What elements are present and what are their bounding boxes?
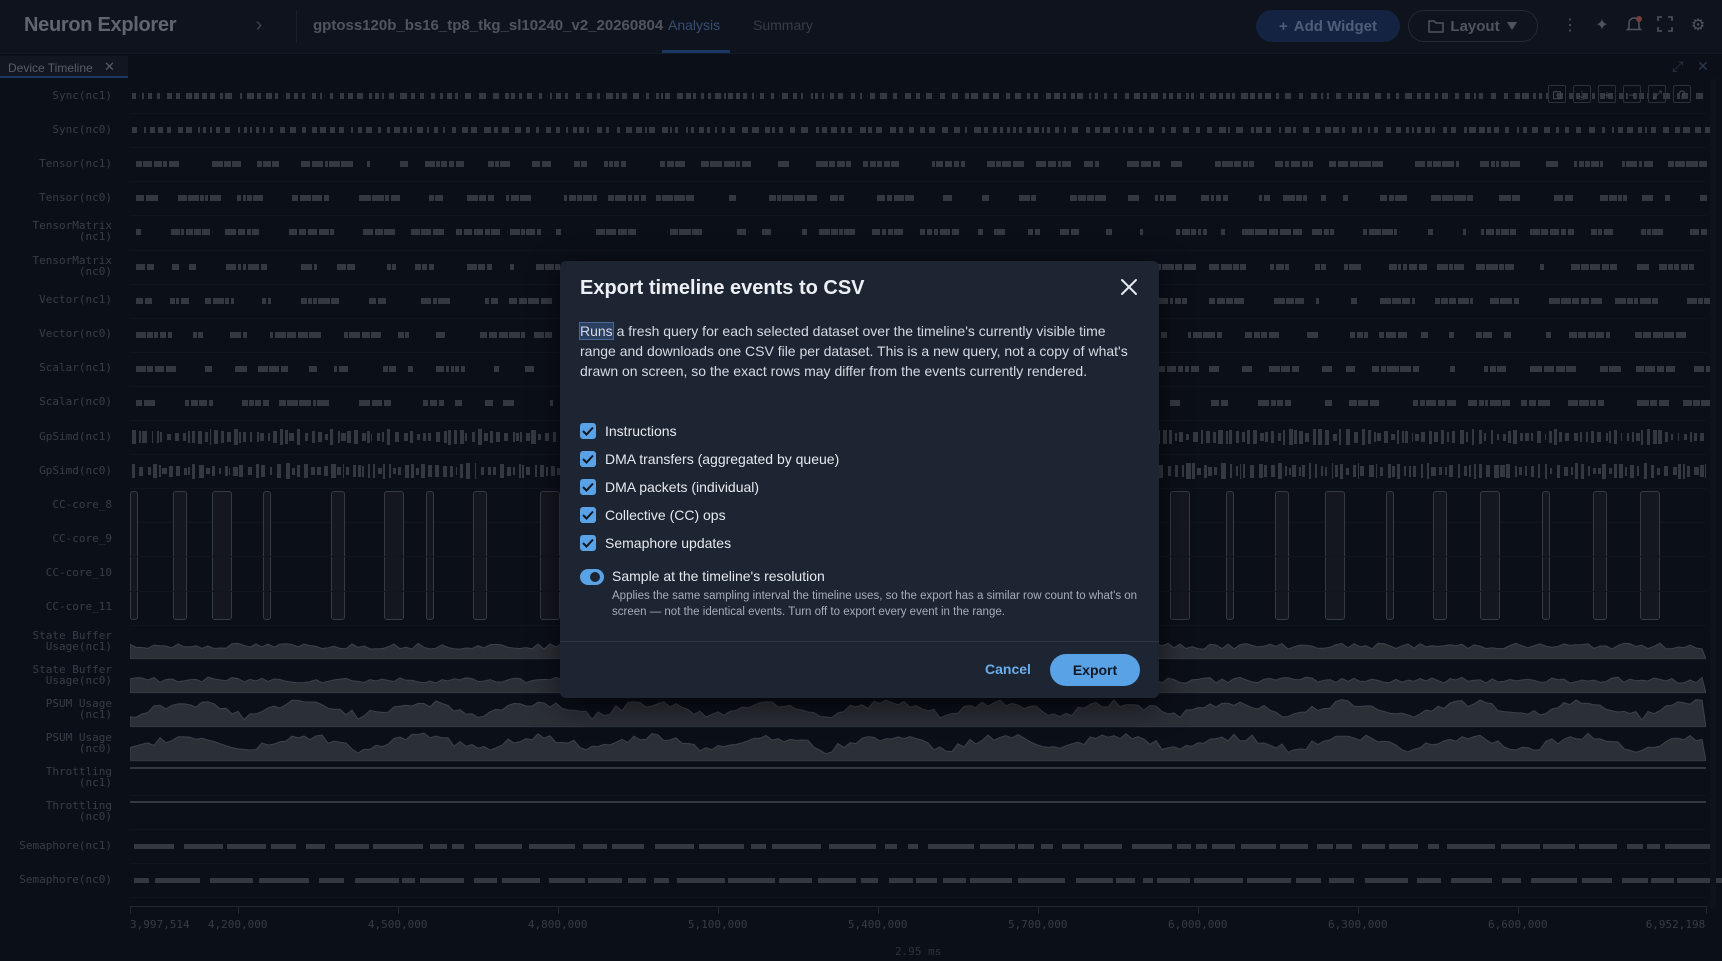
checkbox-checked-icon[interactable] (580, 535, 596, 551)
option-label: Instructions (605, 423, 677, 439)
cancel-button[interactable]: Cancel (962, 653, 1054, 685)
dialog-close-icon[interactable] (1115, 273, 1143, 301)
option-collective-ops[interactable]: Collective (CC) ops (580, 505, 726, 525)
option-instructions[interactable]: Instructions (580, 421, 677, 441)
option-label: Semaphore updates (605, 535, 732, 551)
description-text: a fresh query for each selected dataset … (580, 323, 1128, 379)
option-label: DMA packets (individual) (605, 479, 760, 495)
checkbox-checked-icon[interactable] (580, 451, 596, 467)
option-semaphore-updates[interactable]: Semaphore updates (580, 533, 731, 553)
dialog-title: Export timeline events to CSV (580, 277, 865, 299)
toggle-label: Sample at the timeline's resolution (612, 568, 825, 584)
toggle-help-text: Applies the same sampling interval the t… (612, 590, 1138, 618)
dialog-footer-divider (560, 641, 1159, 642)
export-button[interactable]: Export (1050, 654, 1140, 686)
sample-resolution-toggle[interactable] (580, 569, 604, 585)
selected-word: Runs (579, 322, 614, 340)
option-dma-transfers[interactable]: DMA transfers (aggregated by queue) (580, 449, 839, 469)
checkbox-checked-icon[interactable] (580, 507, 596, 523)
checkbox-checked-icon[interactable] (580, 479, 596, 495)
option-label: DMA transfers (aggregated by queue) (605, 451, 840, 467)
option-label: Collective (CC) ops (605, 507, 726, 523)
export-csv-dialog: Export timeline events to CSV Runs a fre… (560, 261, 1159, 698)
dialog-description: Runs a fresh query for each selected dat… (579, 321, 1142, 381)
checkbox-checked-icon[interactable] (580, 423, 596, 439)
option-dma-packets[interactable]: DMA packets (individual) (580, 477, 759, 497)
